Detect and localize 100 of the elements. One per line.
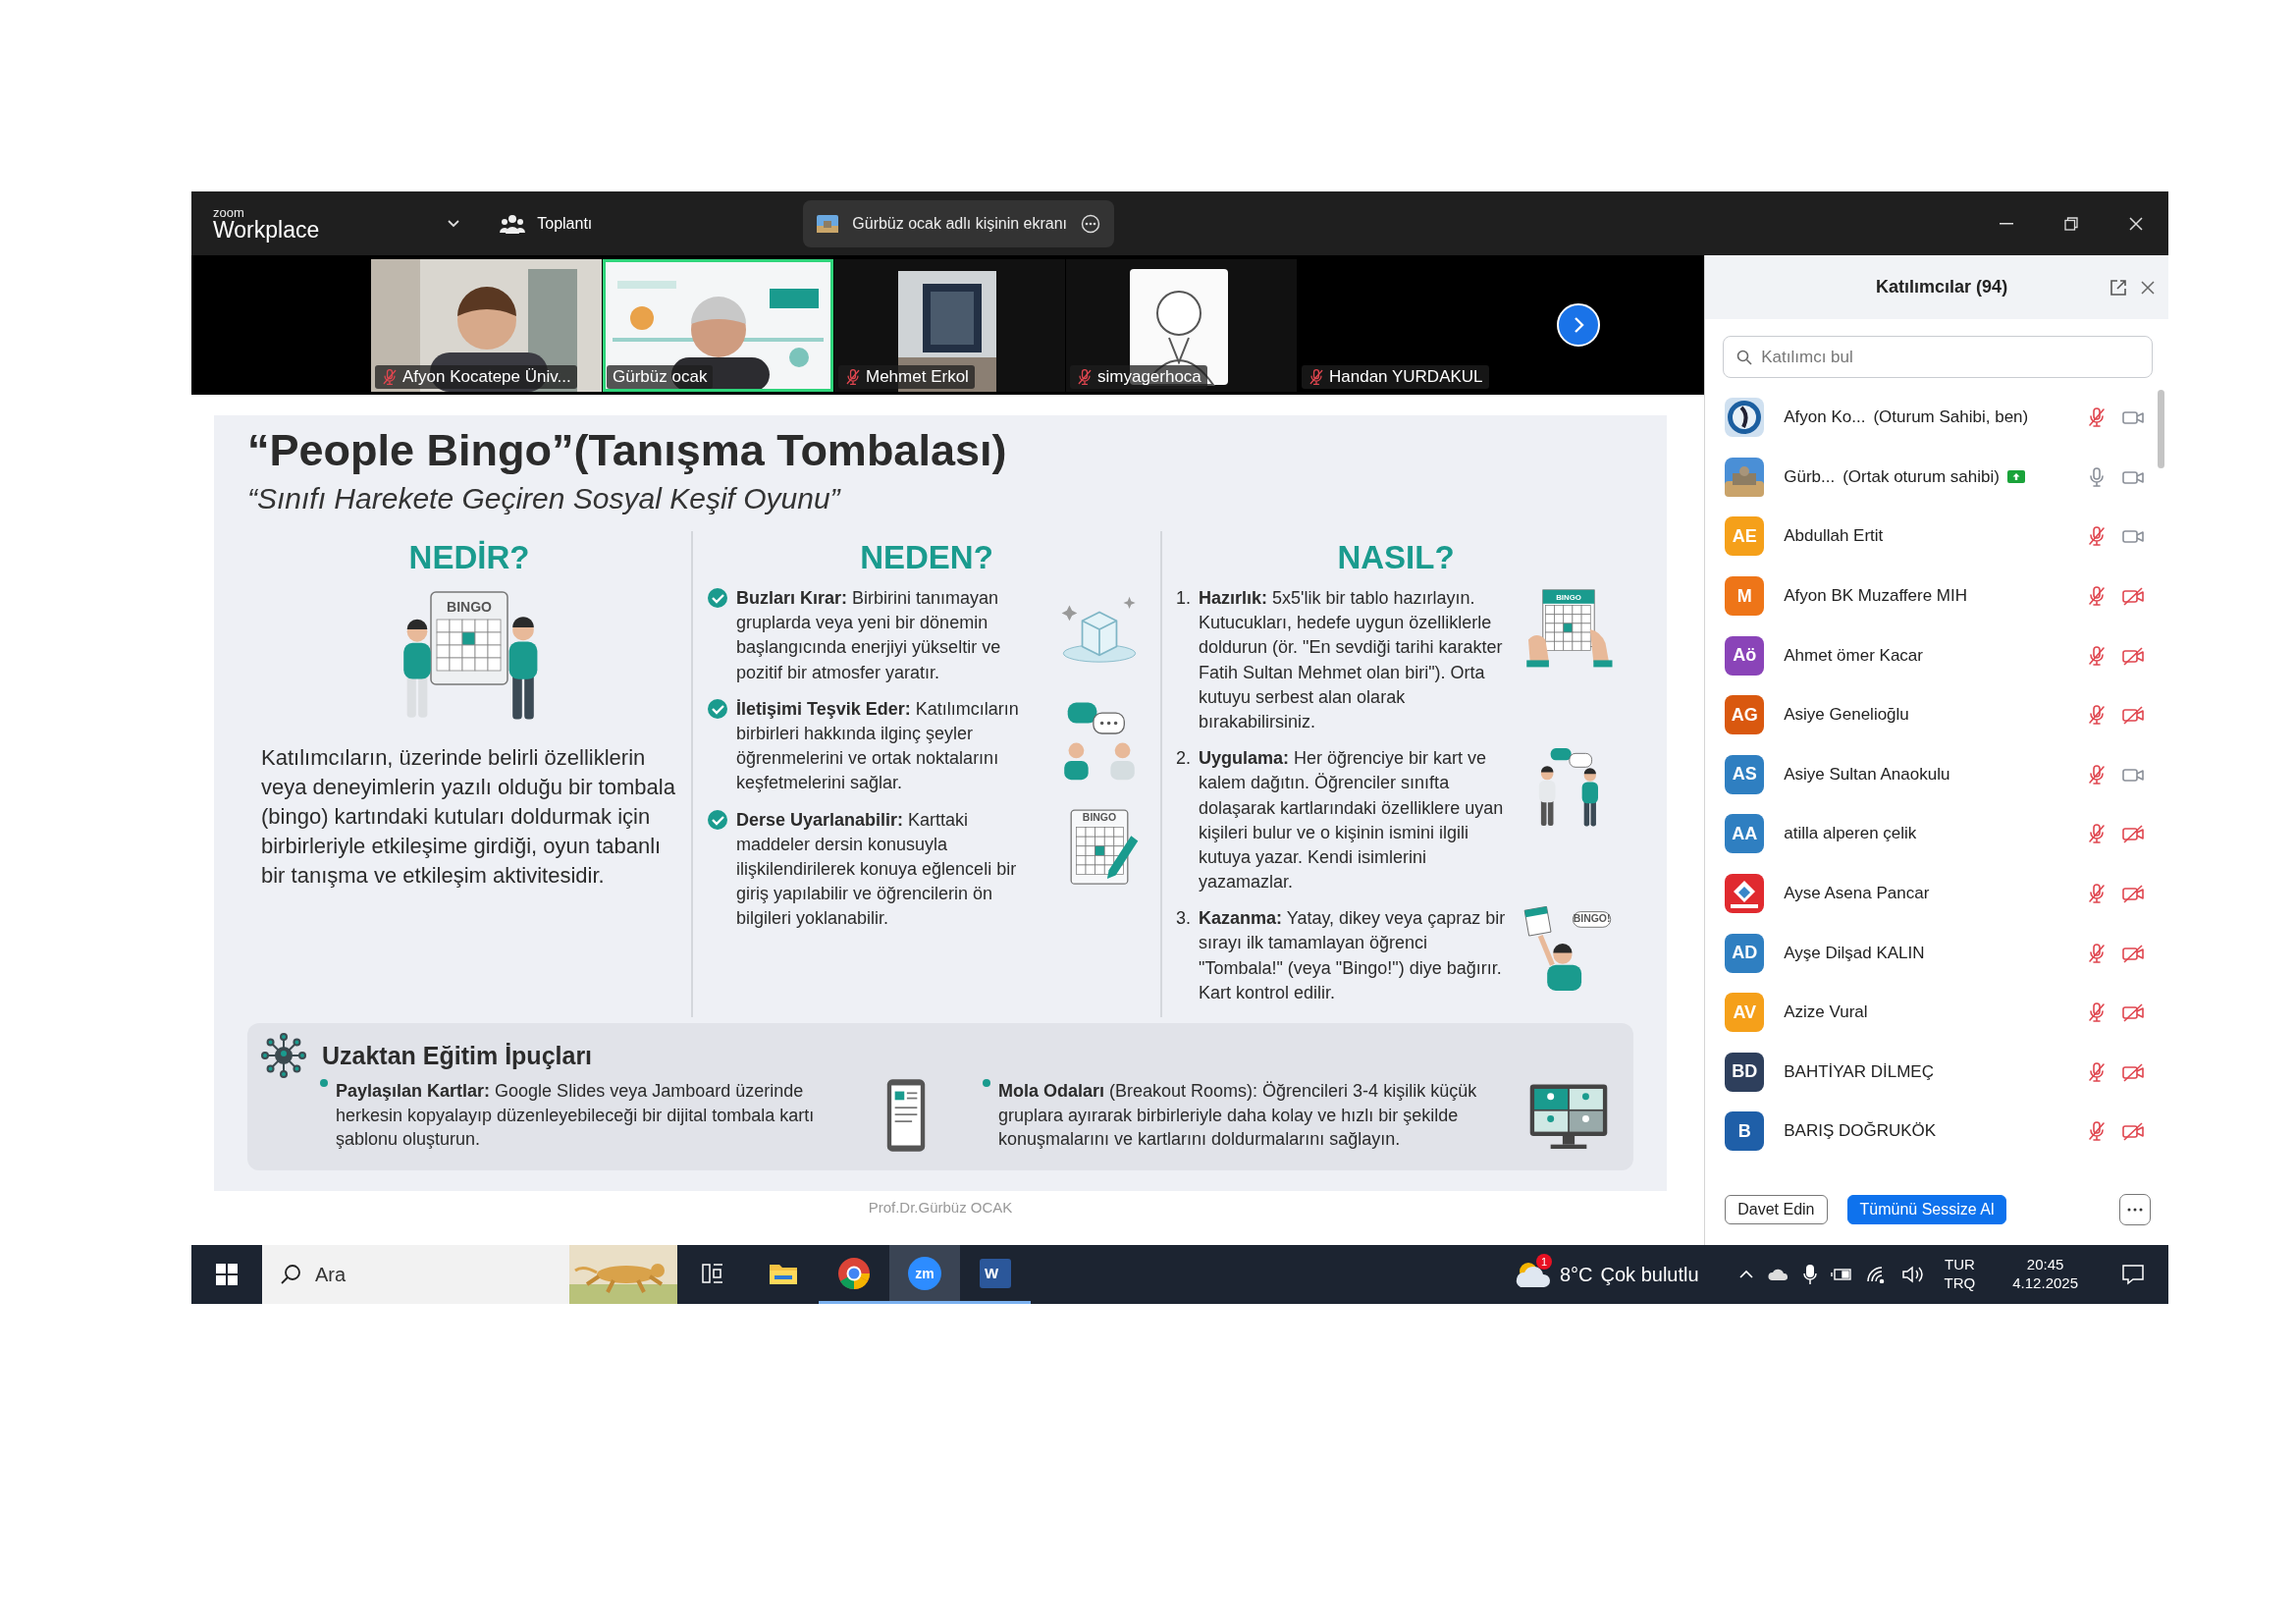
participant-name[interactable]: Azize Vural — [1784, 1002, 1868, 1023]
participant-name[interactable]: Asiye Sultan Anaokulu — [1784, 764, 1950, 785]
avatar: AD — [1725, 933, 1765, 973]
avatar: BD — [1725, 1052, 1765, 1092]
camera-off-icon[interactable] — [2121, 1061, 2145, 1082]
benefit-text: İletişimi Teşvik Eder: Katılımcıların birbirleri hakkında ilginç şeyler öğrenmelerini ve ortak noktalarını keşfetmelerini sağlar. — [736, 697, 1020, 795]
avatar: M — [1725, 576, 1765, 617]
taskbar-app[interactable]: W — [960, 1245, 1031, 1304]
slide-subtitle: “Sınıfı Harekete Geçiren Sosyal Keşif Oyunu” — [247, 482, 842, 515]
video-call-monitor-icon — [1529, 1084, 1608, 1150]
mic-icon[interactable] — [1802, 1264, 1817, 1285]
video-tile[interactable]: Afyon Kocatepe Üniv... — [371, 258, 602, 392]
people-icon[interactable] — [500, 212, 526, 235]
restore-icon[interactable] — [2064, 216, 2078, 231]
video-tile[interactable]: Gürbüz ocak — [603, 258, 833, 392]
video-tile[interactable]: simyagerhoca — [1066, 258, 1297, 392]
more-button[interactable] — [2119, 1193, 2151, 1225]
camera-off-icon[interactable] — [2121, 824, 2145, 844]
tips-heading: Uzaktan Eğitim İpuçları — [322, 1041, 593, 1070]
participant-name[interactable]: BAHTİYAR DİLMEÇ — [1784, 1061, 1934, 1082]
tip-text: Paylaşılan Kartlar: Google Slides veya Jamboard üzerinde herkesin kopyalayıp düzenleyebileceği bir dijital tombala kartı şablonu oluşturun. — [336, 1079, 816, 1152]
search-icon — [1736, 350, 1753, 365]
column-heading: NEDEN? — [859, 539, 994, 576]
weather-condition[interactable]: Çok bulutlu — [1600, 1263, 1699, 1286]
volume-icon[interactable] — [1900, 1265, 1925, 1284]
muted-mic-icon[interactable] — [2086, 1001, 2108, 1024]
meeting-label[interactable]: Toplantı — [537, 214, 593, 233]
input-language[interactable]: TRQ — [1944, 1274, 1976, 1293]
step-number: 2. — [1176, 747, 1191, 771]
participant-name[interactable]: BARIŞ DOĞRUKÖK — [1784, 1121, 1937, 1142]
network-icon — [261, 1033, 306, 1078]
clock-date[interactable]: 4.12.2025 — [2012, 1274, 2078, 1293]
notification-icon[interactable] — [2121, 1264, 2145, 1285]
camera-off-icon[interactable] — [2121, 586, 2145, 607]
camera-off-icon[interactable] — [2121, 943, 2145, 963]
logo-caption: zoom — [213, 205, 245, 219]
participant-name: Handan YURDAKUL — [1329, 366, 1483, 387]
temperature[interactable]: 8°C — [1559, 1263, 1593, 1286]
muted-mic-icon[interactable] — [2086, 1120, 2108, 1143]
benefit-text: Buzları Kırar: Birbirini tanımayan gruplarda veya yeni bir dönemin başlangıcında enerjiyi yükseltir ve pozitif bir atmosfer yaratır. — [736, 587, 1002, 684]
chevron-down-icon[interactable] — [447, 218, 461, 229]
muted-mic-icon[interactable] — [2086, 406, 2108, 429]
mute-all-button[interactable]: Tümünü Sessize Al — [1846, 1194, 2007, 1224]
pop-out-icon[interactable] — [2109, 278, 2127, 297]
description-paragraph: Katılımcıların, üzerinde belirli özelliklerin veya deneyimlerin yazılı olduğu bir tombala (bingo) kartındaki kutuları doldurmak için birbirleriyle etkileşime girdiği, oyun tabanlı bir tanışma ve etkileşim aktivitesidir. — [261, 744, 676, 890]
camera-off-icon[interactable] — [2121, 1002, 2145, 1023]
participant-role: (Ortak oturum sahibi) — [1842, 466, 2000, 487]
participant-role: (Oturum Sahibi, ben) — [1873, 407, 2029, 428]
participant-name[interactable]: Ayşe Dilşad KALIN — [1784, 943, 1925, 963]
slide-title: “People Bingo”(Tanışma Tombalası) — [247, 425, 1008, 476]
clock-time[interactable]: 20:45 — [2026, 1256, 2064, 1274]
participant-name[interactable]: Abdullah Ertit — [1784, 526, 1884, 547]
invite-button[interactable]: Davet Edin — [1725, 1194, 1828, 1224]
next-page-button[interactable] — [1557, 303, 1600, 347]
bingo-label: BINGO! — [1573, 913, 1611, 925]
column-heading: NEDİR? — [407, 539, 531, 576]
muted-mic-icon[interactable] — [2086, 763, 2108, 785]
app-logo: W — [980, 1258, 1011, 1288]
more-icon[interactable] — [1081, 213, 1101, 234]
muted-mic-icon[interactable] — [381, 367, 399, 386]
video-tile[interactable]: Mehmet Erkol — [834, 258, 1065, 392]
participant-name[interactable]: Ayse Asena Pancar — [1784, 884, 1930, 904]
muted-mic-icon[interactable] — [2086, 1060, 2108, 1083]
scrollbar[interactable] — [2158, 390, 2164, 468]
muted-mic-icon[interactable] — [1076, 367, 1094, 386]
bingo-label: BINGO — [1082, 811, 1117, 823]
muted-mic-icon[interactable] — [2086, 525, 2108, 548]
participant-name[interactable]: Ahmet ömer Kacar — [1784, 645, 1923, 666]
cloud-icon[interactable] — [1767, 1268, 1789, 1281]
muted-mic-icon[interactable] — [2086, 883, 2108, 905]
start-icon[interactable] — [216, 1264, 238, 1285]
camera-off-icon[interactable] — [2121, 1121, 2145, 1142]
camera-off-icon[interactable] — [2121, 884, 2145, 904]
battery-icon[interactable] — [1830, 1268, 1852, 1281]
minimize-icon[interactable] — [2000, 222, 2013, 225]
check-icon — [707, 587, 728, 609]
muted-mic-icon[interactable] — [2086, 704, 2108, 727]
participant-name[interactable]: Afyon Ko... — [1784, 407, 1866, 428]
participant-name[interactable]: Asiye Genelioğlu — [1784, 705, 1909, 726]
muted-mic-icon[interactable] — [2086, 942, 2108, 964]
tablet-icon — [886, 1079, 926, 1152]
muted-mic-icon[interactable] — [844, 367, 862, 386]
share-banner[interactable]: Gürbüz ocak adlı kişinin ekranı — [803, 199, 1115, 247]
browser-icon[interactable] — [837, 1256, 871, 1290]
bingo-label: BINGO — [1556, 593, 1581, 603]
camera-off-icon[interactable] — [2121, 705, 2145, 726]
camera-off-icon[interactable] — [2121, 645, 2145, 666]
input-language[interactable]: TUR — [1945, 1256, 1975, 1274]
chevron-up-icon[interactable] — [1737, 1270, 1754, 1279]
muted-mic-icon[interactable] — [2086, 823, 2108, 845]
muted-mic-icon[interactable] — [1308, 367, 1325, 386]
task-view-icon[interactable] — [701, 1262, 724, 1284]
muted-mic-icon[interactable] — [2086, 585, 2108, 608]
search-field[interactable]: Katılımcı bul — [1723, 336, 2153, 378]
participant-name[interactable]: Afyon BK Muzaffere MIH — [1784, 586, 1967, 607]
check-icon — [707, 808, 728, 831]
muted-mic-icon[interactable] — [2086, 644, 2108, 667]
participant-name[interactable]: atilla alperen çelik — [1784, 824, 1917, 844]
participant-name[interactable]: Gürb... — [1784, 466, 1836, 487]
search-field[interactable]: Ara — [262, 1245, 569, 1304]
